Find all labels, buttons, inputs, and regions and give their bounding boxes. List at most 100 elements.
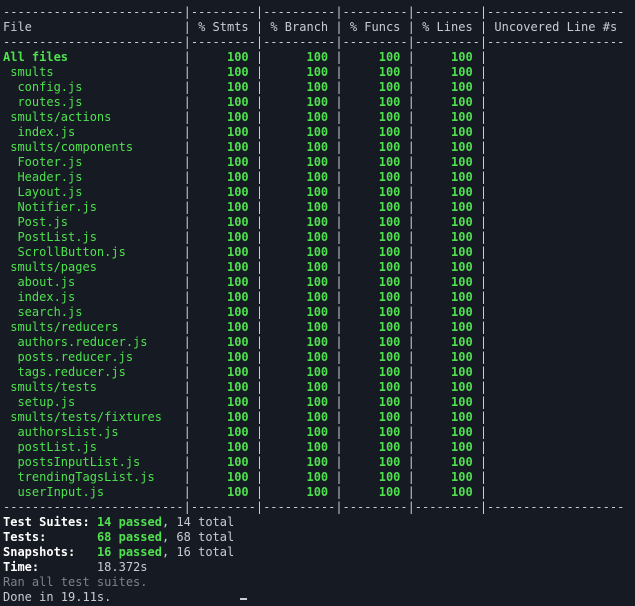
row-stmts: 100 — [190, 290, 256, 304]
row-branch: 100 — [263, 80, 336, 94]
row-uncovered — [487, 185, 624, 199]
row-stmts: 100 — [190, 335, 256, 349]
row-funcs: 100 — [342, 440, 408, 454]
row-stmts: 100 — [190, 200, 256, 214]
table-row: userInput.js | 100 | 100 | 100 | 100 | — [3, 485, 635, 500]
row-uncovered — [487, 95, 624, 109]
row-file: Header.js — [3, 170, 184, 184]
row-file: posts.reducer.js — [3, 350, 184, 364]
row-file: PostList.js — [3, 230, 184, 244]
row-lines: 100 — [414, 440, 480, 454]
row-uncovered — [487, 365, 624, 379]
table-row: authorsList.js | 100 | 100 | 100 | 100 | — [3, 425, 635, 440]
row-stmts: 100 — [190, 65, 256, 79]
header-file: File — [3, 20, 184, 34]
row-branch: 100 — [263, 410, 336, 424]
summary-label: Time: — [3, 560, 40, 574]
row-branch: 100 — [263, 260, 336, 274]
row-stmts: 100 — [190, 125, 256, 139]
table-separator-mid: -------------------------|---------|----… — [3, 35, 625, 49]
row-funcs: 100 — [342, 350, 408, 364]
row-uncovered — [487, 485, 624, 499]
row-stmts: 100 — [190, 350, 256, 364]
row-stmts: 100 — [190, 50, 256, 64]
row-funcs: 100 — [342, 170, 408, 184]
table-header-row: File | % Stmts | % Branch | % Funcs | % … — [3, 20, 618, 34]
row-funcs: 100 — [342, 80, 408, 94]
row-file: ScrollButton.js — [3, 245, 184, 259]
row-funcs: 100 — [342, 275, 408, 289]
row-file: smults/reducers — [3, 320, 184, 334]
row-funcs: 100 — [342, 65, 408, 79]
row-file: routes.js — [3, 95, 184, 109]
row-funcs: 100 — [342, 425, 408, 439]
table-row: Notifier.js | 100 | 100 | 100 | 100 | — [3, 200, 635, 215]
row-lines: 100 — [414, 80, 480, 94]
row-lines: 100 — [414, 320, 480, 334]
row-lines: 100 — [414, 155, 480, 169]
row-file: postsInputList.js — [3, 455, 184, 469]
table-separator-top: -------------------------|---------|----… — [3, 5, 625, 19]
row-uncovered — [487, 65, 624, 79]
row-file: setup.js — [3, 395, 184, 409]
row-lines: 100 — [414, 95, 480, 109]
row-uncovered — [487, 305, 624, 319]
row-file: Post.js — [3, 215, 184, 229]
table-row: smults/actions | 100 | 100 | 100 | 100 | — [3, 110, 635, 125]
row-lines: 100 — [414, 110, 480, 124]
row-stmts: 100 — [190, 275, 256, 289]
row-lines: 100 — [414, 275, 480, 289]
row-funcs: 100 — [342, 305, 408, 319]
row-branch: 100 — [263, 470, 336, 484]
table-row: ScrollButton.js | 100 | 100 | 100 | 100 … — [3, 245, 635, 260]
row-branch: 100 — [263, 125, 336, 139]
table-row: trendingTagsList.js | 100 | 100 | 100 | … — [3, 470, 635, 485]
summary-test-suites: Test Suites: 14 passed, 14 total — [3, 515, 635, 530]
row-funcs: 100 — [342, 290, 408, 304]
row-file: index.js — [3, 125, 184, 139]
row-funcs: 100 — [342, 230, 408, 244]
row-uncovered — [487, 290, 624, 304]
row-lines: 100 — [414, 290, 480, 304]
row-file: search.js — [3, 305, 184, 319]
row-funcs: 100 — [342, 455, 408, 469]
terminal-output[interactable]: -------------------------|---------|----… — [3, 5, 635, 605]
row-branch: 100 — [263, 455, 336, 469]
row-funcs: 100 — [342, 245, 408, 259]
table-separator-bottom: -------------------------|---------|----… — [3, 500, 625, 514]
table-row: authors.reducer.js | 100 | 100 | 100 | 1… — [3, 335, 635, 350]
row-lines: 100 — [414, 65, 480, 79]
row-file: smults — [3, 65, 184, 79]
summary-passed: 16 passed — [96, 545, 162, 559]
row-branch: 100 — [263, 245, 336, 259]
row-lines: 100 — [414, 140, 480, 154]
row-branch: 100 — [263, 50, 336, 64]
row-file: tags.reducer.js — [3, 365, 184, 379]
row-stmts: 100 — [190, 215, 256, 229]
row-lines: 100 — [414, 485, 480, 499]
row-uncovered — [487, 155, 624, 169]
row-branch: 100 — [263, 185, 336, 199]
summary-total: , 14 total — [161, 515, 235, 529]
row-funcs: 100 — [342, 185, 408, 199]
row-branch: 100 — [263, 200, 336, 214]
row-uncovered — [487, 335, 624, 349]
header-lines: % Lines — [414, 20, 480, 34]
row-stmts: 100 — [190, 155, 256, 169]
row-branch: 100 — [263, 230, 336, 244]
row-funcs: 100 — [342, 95, 408, 109]
row-uncovered — [487, 455, 624, 469]
row-file: authorsList.js — [3, 425, 184, 439]
row-funcs: 100 — [342, 215, 408, 229]
header-stmts: % Stmts — [190, 20, 256, 34]
table-row: smults/tests/fixtures | 100 | 100 | 100 … — [3, 410, 635, 425]
row-file: about.js — [3, 275, 184, 289]
summary-time: Time: 18.372s — [3, 560, 635, 575]
table-row: Header.js | 100 | 100 | 100 | 100 | — [3, 170, 635, 185]
row-stmts: 100 — [190, 185, 256, 199]
row-file: postList.js — [3, 440, 184, 454]
table-row: tags.reducer.js | 100 | 100 | 100 | 100 … — [3, 365, 635, 380]
summary-snapshots: Snapshots: 16 passed, 16 total — [3, 545, 635, 560]
row-lines: 100 — [414, 395, 480, 409]
summary-passed: 68 passed — [96, 530, 162, 544]
